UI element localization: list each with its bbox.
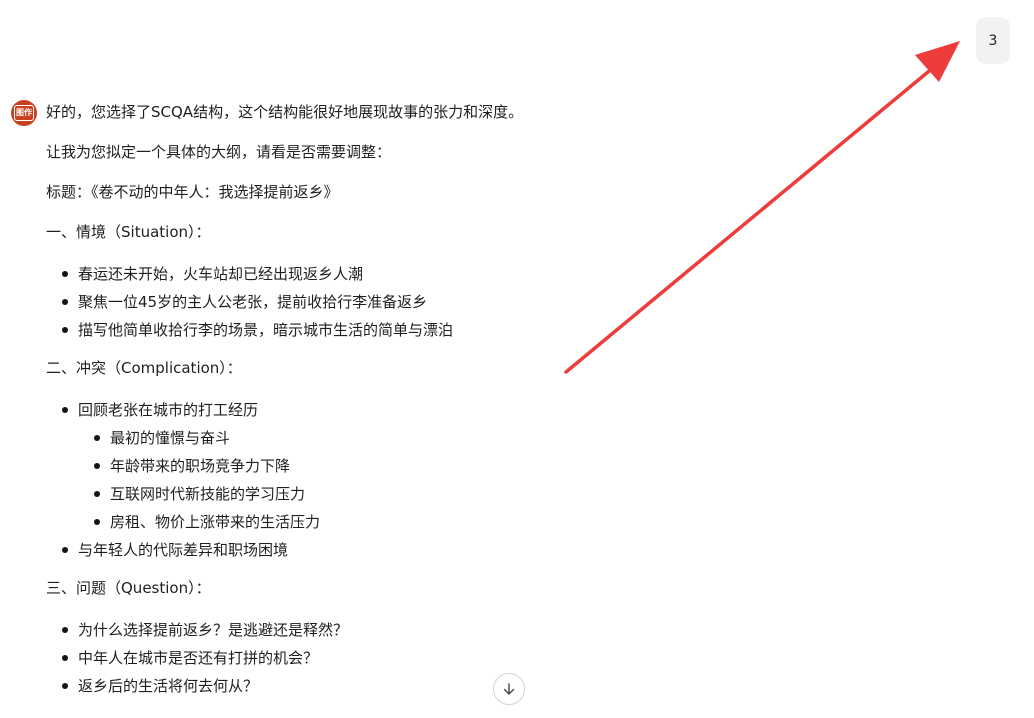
outline-title: 标题：《卷不动的中年人：我选择提前返乡》 [46,183,339,201]
list-item: 春运还未开始，火车站却已经出现返乡人潮 [62,260,766,288]
section-heading-question: 三、问题（Question）： [46,579,211,597]
assistant-avatar: 图作 [11,100,37,126]
avatar-logo: 图作 [14,105,34,121]
question-list: 为什么选择提前返乡？是逃避还是释然？ 中年人在城市是否还有打拼的机会？ 返乡后的… [46,616,766,700]
list-item: 中年人在城市是否还有打拼的机会？ [62,644,766,672]
list-item: 聚焦一位45岁的主人公老张，提前收拾行李准备返乡 [62,288,766,316]
list-item: 描写他简单收拾行李的场景，暗示城市生活的简单与漂泊 [62,316,766,344]
complication-list: 回顾老张在城市的打工经历 最初的憧憬与奋斗 年龄带来的职场竞争力下降 互联网时代… [46,396,766,564]
assistant-message: 好的，您选择了SCQA结构，这个结构能很好地展现故事的张力和深度。 让我为您拟定… [46,100,766,700]
scroll-down-button[interactable] [493,673,525,705]
message-lead: 让我为您拟定一个具体的大纲，请看是否需要调整： [46,143,392,161]
sublist-item: 最初的憧憬与奋斗 [94,424,766,452]
user-message-bubble: 3 [976,17,1010,64]
complication-sublist: 最初的憧憬与奋斗 年龄带来的职场竞争力下降 互联网时代新技能的学习压力 房租、物… [78,424,766,536]
list-item: 返乡后的生活将何去何从？ [62,672,766,700]
list-item: 回顾老张在城市的打工经历 最初的憧憬与奋斗 年龄带来的职场竞争力下降 互联网时代… [62,396,766,536]
arrow-down-icon [503,683,515,695]
section-heading-complication: 二、冲突（Complication）： [46,359,242,377]
sublist-item: 年龄带来的职场竞争力下降 [94,452,766,480]
sublist-item: 互联网时代新技能的学习压力 [94,480,766,508]
section-heading-situation: 一、情境（Situation）： [46,223,211,241]
sublist-item: 房租、物价上涨带来的生活压力 [94,508,766,536]
message-intro: 好的，您选择了SCQA结构，这个结构能很好地展现故事的张力和深度。 [46,103,524,121]
list-item: 与年轻人的代际差异和职场困境 [62,536,766,564]
user-message-text: 3 [988,32,998,49]
situation-list: 春运还未开始，火车站却已经出现返乡人潮 聚焦一位45岁的主人公老张，提前收拾行李… [46,260,766,344]
list-item-text: 回顾老张在城市的打工经历 [78,401,259,419]
list-item: 为什么选择提前返乡？是逃避还是释然？ [62,616,766,644]
